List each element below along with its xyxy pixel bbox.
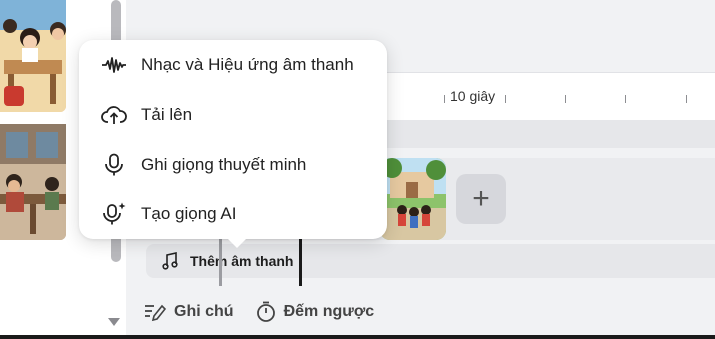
classroom-illustration <box>0 0 66 112</box>
slide-thumbnail-1[interactable] <box>0 0 66 112</box>
menu-item-upload[interactable]: Tải lên <box>79 90 387 140</box>
microphone-icon <box>105 153 123 176</box>
porch-illustration <box>0 124 66 240</box>
stopwatch-icon <box>256 301 275 322</box>
notes-label: Ghi chú <box>174 302 234 320</box>
menu-item-label: Ghi giọng thuyết minh <box>141 155 307 174</box>
bottom-toolbar: Ghi chú Đếm ngược <box>126 288 715 335</box>
add-audio-button[interactable]: Thêm âm thanh <box>146 244 309 278</box>
ruler-tick <box>625 95 626 103</box>
playhead-ghost <box>219 238 222 286</box>
menu-pointer <box>228 239 246 248</box>
ai-microphone-icon <box>103 202 126 225</box>
playhead[interactable] <box>299 238 302 286</box>
cloud-upload-icon <box>101 106 127 124</box>
scroll-down-arrow-icon[interactable] <box>108 318 120 326</box>
ruler-tick <box>444 95 445 103</box>
menu-item-record-voice[interactable]: Ghi giọng thuyết minh <box>79 140 387 190</box>
menu-item-label: Tạo giọng AI <box>141 204 237 223</box>
add-audio-label: Thêm âm thanh <box>190 253 294 269</box>
page-clip-thumbnail[interactable] <box>380 158 446 240</box>
timer-label: Đếm ngược <box>283 302 375 320</box>
ruler-tick <box>505 95 506 103</box>
bottom-edge <box>0 335 715 339</box>
add-page-button[interactable]: + <box>456 174 506 224</box>
add-audio-menu: Nhạc và Hiệu ứng âm thanh Tải lên Ghi gi… <box>79 40 387 239</box>
ruler-tick <box>565 95 566 103</box>
menu-item-label: Tải lên <box>141 105 193 124</box>
school-yard-illustration <box>380 158 446 240</box>
menu-item-label: Nhạc và Hiệu ứng âm thanh <box>141 55 354 74</box>
ruler-label: 10 giây <box>450 88 496 104</box>
sound-wave-icon <box>102 57 126 73</box>
timer-button[interactable]: Đếm ngược <box>256 301 375 323</box>
notes-button[interactable]: Ghi chú <box>144 302 234 322</box>
menu-item-ai-voice[interactable]: Tạo giọng AI <box>79 189 387 239</box>
music-note-icon <box>162 252 178 270</box>
slide-thumbnail-2[interactable] <box>0 124 66 240</box>
ruler-tick <box>686 95 687 103</box>
notes-pencil-icon <box>145 304 166 321</box>
menu-item-music-effects[interactable]: Nhạc và Hiệu ứng âm thanh <box>79 40 387 90</box>
